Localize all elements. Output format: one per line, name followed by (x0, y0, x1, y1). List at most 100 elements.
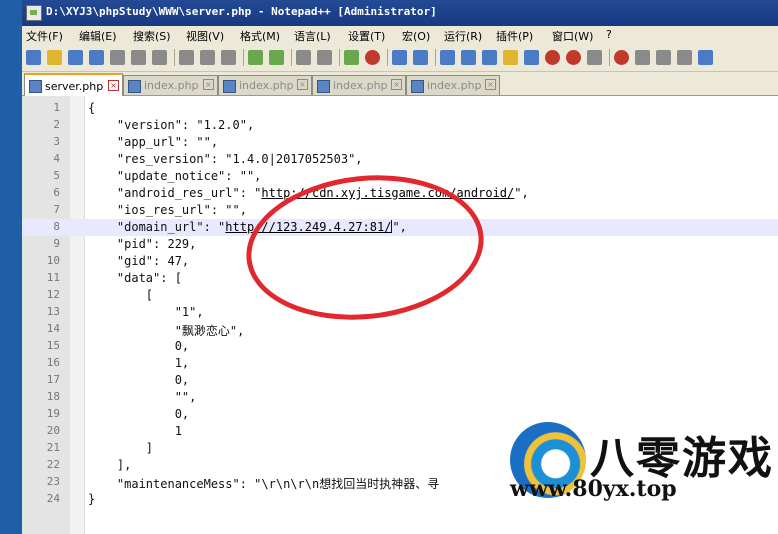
line-number: 10 (46, 254, 60, 267)
watermark-url: www.80yx.top (510, 476, 677, 502)
save-icon[interactable] (68, 50, 83, 65)
record-macro-icon[interactable] (614, 50, 629, 65)
code-text-before: "android_res_url": " (88, 186, 262, 200)
code-text: "version": "1.2.0", (88, 118, 255, 132)
print-icon[interactable] (152, 50, 167, 65)
zoom-out-icon[interactable] (365, 50, 380, 65)
redo-icon[interactable] (269, 50, 284, 65)
toolbar-separator (339, 49, 340, 66)
menu-item-5[interactable]: 语言(L) (294, 28, 331, 44)
word-wrap-icon[interactable] (440, 50, 455, 65)
code-text: [ (88, 288, 154, 302)
tab-1[interactable]: index.php × (123, 75, 218, 95)
tab-bar: server.php × index.php × index.php × index.php… (22, 72, 778, 97)
stop-macro-icon[interactable] (635, 50, 650, 65)
save-macro-icon[interactable] (698, 50, 713, 65)
tab-3[interactable]: index.php × (312, 75, 406, 95)
tab-close-icon[interactable]: × (203, 79, 214, 90)
menu-item-0[interactable]: 文件(F) (26, 28, 63, 44)
tab-4[interactable]: index.php × (406, 75, 500, 95)
monitor-icon[interactable] (587, 50, 602, 65)
find-icon[interactable] (296, 50, 311, 65)
line-number: 12 (46, 288, 60, 301)
play-macro-icon[interactable] (656, 50, 671, 65)
watermark: 八零游戏 www.80yx.top (506, 418, 778, 534)
code-text: ] (88, 441, 154, 455)
code-text: ], (88, 458, 132, 472)
toolbar (22, 44, 778, 72)
line-number: 16 (46, 356, 60, 369)
tab-close-icon[interactable]: × (108, 80, 119, 91)
open-file-icon[interactable] (47, 50, 62, 65)
title-bar[interactable]: D:\XYJ3\phpStudy\WWW\server.php - Notepa… (22, 0, 778, 26)
line-number: 19 (46, 407, 60, 420)
code-text: } (88, 492, 96, 506)
tab-label: index.php (427, 79, 482, 92)
indent-guide-icon[interactable] (482, 50, 497, 65)
code-line: 17 0, (22, 372, 778, 389)
tab-2[interactable]: index.php × (218, 75, 312, 95)
menu-item-2[interactable]: 搜索(S) (133, 28, 171, 44)
lang-icon[interactable] (503, 50, 518, 65)
menu-item-9[interactable]: 插件(P) (496, 28, 533, 44)
code-line: 14 "飘渺恋心", (22, 321, 778, 338)
menu-item-8[interactable]: 运行(R) (444, 28, 482, 44)
tab-close-icon[interactable]: × (391, 79, 402, 90)
menu-item-10[interactable]: 窗口(W) (552, 28, 593, 44)
tab-close-icon[interactable]: × (297, 79, 308, 90)
code-text: "pid": 229, (88, 237, 197, 251)
close-icon[interactable] (110, 50, 125, 65)
menu-item-6[interactable]: 设置(T) (348, 28, 385, 44)
line-number: 18 (46, 390, 60, 403)
copy-icon[interactable] (200, 50, 215, 65)
line-number: 4 (53, 152, 60, 165)
line-number: 7 (53, 203, 60, 216)
function-list-icon[interactable] (545, 50, 560, 65)
cut-icon[interactable] (179, 50, 194, 65)
code-text: "飘渺恋心", (88, 324, 245, 338)
sync-h-icon[interactable] (413, 50, 428, 65)
file-icon (29, 80, 42, 93)
code-line: 15 0, (22, 338, 778, 355)
close-all-icon[interactable] (131, 50, 146, 65)
zoom-in-icon[interactable] (344, 50, 359, 65)
folder-workspace-icon[interactable] (566, 50, 581, 65)
line-number: 5 (53, 169, 60, 182)
file-icon (411, 80, 424, 93)
code-text: "app_url": "", (88, 135, 219, 149)
code-text: 0, (88, 407, 190, 421)
menu-item-3[interactable]: 视图(V) (186, 28, 224, 44)
code-text: 1 (88, 424, 182, 438)
run-macro-icon[interactable] (677, 50, 692, 65)
new-file-icon[interactable] (26, 50, 41, 65)
menu-item-7[interactable]: 宏(O) (402, 28, 430, 44)
menu-item-1[interactable]: 编辑(E) (79, 28, 117, 44)
show-all-chars-icon[interactable] (461, 50, 476, 65)
line-number: 17 (46, 373, 60, 386)
undo-icon[interactable] (248, 50, 263, 65)
code-text: "update_notice": "", (88, 169, 262, 183)
line-number: 23 (46, 475, 60, 488)
tab-0[interactable]: server.php × (24, 73, 123, 97)
tab-close-icon[interactable]: × (485, 79, 496, 90)
code-text: "data": [ (88, 271, 182, 285)
menu-item-4[interactable]: 格式(M) (240, 28, 280, 44)
line-number: 1 (53, 101, 60, 114)
code-text: 0, (88, 373, 190, 387)
tab-label: server.php (45, 80, 104, 93)
save-all-icon[interactable] (89, 50, 104, 65)
toolbar-separator (291, 49, 292, 66)
menu-item-11[interactable]: ? (606, 28, 612, 41)
code-text: "maintenanceMess": "\r\n\r\n想找回当时执神器、寻 (88, 477, 440, 491)
paste-icon[interactable] (221, 50, 236, 65)
line-number: 15 (46, 339, 60, 352)
code-line: 16 1, (22, 355, 778, 372)
doc-map-icon[interactable] (524, 50, 539, 65)
code-line: 3 "app_url": "", (22, 134, 778, 151)
file-icon (128, 80, 141, 93)
replace-icon[interactable] (317, 50, 332, 65)
sync-v-icon[interactable] (392, 50, 407, 65)
code-text: { (88, 101, 96, 115)
toolbar-separator (243, 49, 244, 66)
code-text: "res_version": "1.4.0|2017052503", (88, 152, 363, 166)
